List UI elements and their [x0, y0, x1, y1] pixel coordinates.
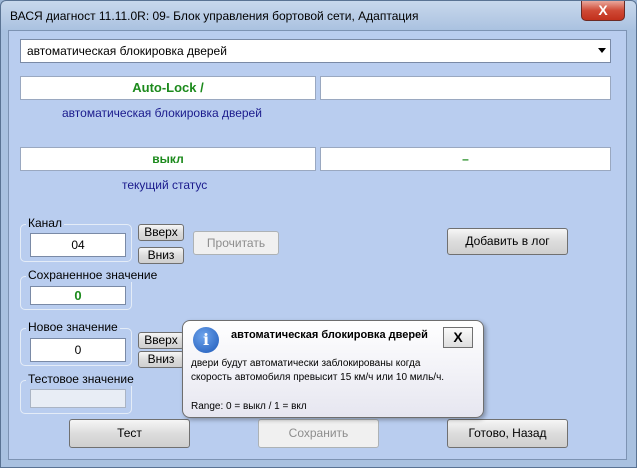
test-value-field	[30, 389, 126, 408]
saved-value-label: Сохраненное значение	[26, 268, 160, 282]
tooltip-body: двери будут автоматически заблокированы …	[191, 357, 444, 385]
window-close-button[interactable]: X	[581, 1, 625, 21]
adaptation-description: автоматическая блокировка дверей	[62, 106, 262, 120]
tooltip-close-button[interactable]: X	[443, 327, 473, 348]
test-value-label: Тестовое значение	[26, 372, 136, 386]
status-value-field: выкл	[20, 147, 316, 171]
adaptation-select[interactable]: автоматическая блокировка дверей	[20, 39, 611, 63]
tooltip-line-2: скорость автомобиля превысит 15 км/ч или…	[191, 372, 445, 383]
new-value-input[interactable]: 0	[30, 338, 126, 362]
add-to-log-button[interactable]: Добавить в лог	[447, 228, 568, 255]
status-label: текущий статус	[122, 178, 208, 192]
channel-up-button[interactable]: Вверх	[138, 224, 184, 241]
info-tooltip: i автоматическая блокировка дверей X две…	[182, 320, 484, 418]
status-right-field: –	[320, 147, 611, 171]
new-value-up-button[interactable]: Вверх	[138, 332, 184, 349]
channel-label: Канал	[26, 216, 64, 230]
adaptation-name-right-field	[320, 76, 611, 100]
adaptation-name-field: Auto-Lock /	[20, 76, 316, 100]
done-back-button[interactable]: Готово, Назад	[447, 419, 568, 448]
save-button[interactable]: Сохранить	[258, 419, 379, 448]
info-icon: i	[193, 327, 219, 353]
tooltip-line-1: двери будут автоматически заблокированы …	[191, 358, 421, 369]
new-value-down-button[interactable]: Вниз	[138, 351, 184, 368]
channel-down-button[interactable]: Вниз	[138, 247, 184, 264]
tooltip-title: автоматическая блокировка дверей	[231, 329, 428, 341]
test-button[interactable]: Тест	[69, 419, 190, 448]
saved-value-field: 0	[30, 286, 126, 305]
adaptation-select-value: автоматическая блокировка дверей	[27, 44, 227, 58]
read-button[interactable]: Прочитать	[193, 231, 279, 255]
window-title: ВАСЯ диагност 11.11.0R: 09- Блок управле…	[10, 9, 419, 23]
channel-input[interactable]: 04	[30, 233, 126, 257]
tooltip-range: Range: 0 = выкл / 1 = вкл	[191, 401, 307, 412]
title-bar[interactable]: ВАСЯ диагност 11.11.0R: 09- Блок управле…	[1, 1, 636, 31]
chevron-down-icon[interactable]	[598, 48, 606, 53]
new-value-label: Новое значение	[26, 320, 120, 334]
